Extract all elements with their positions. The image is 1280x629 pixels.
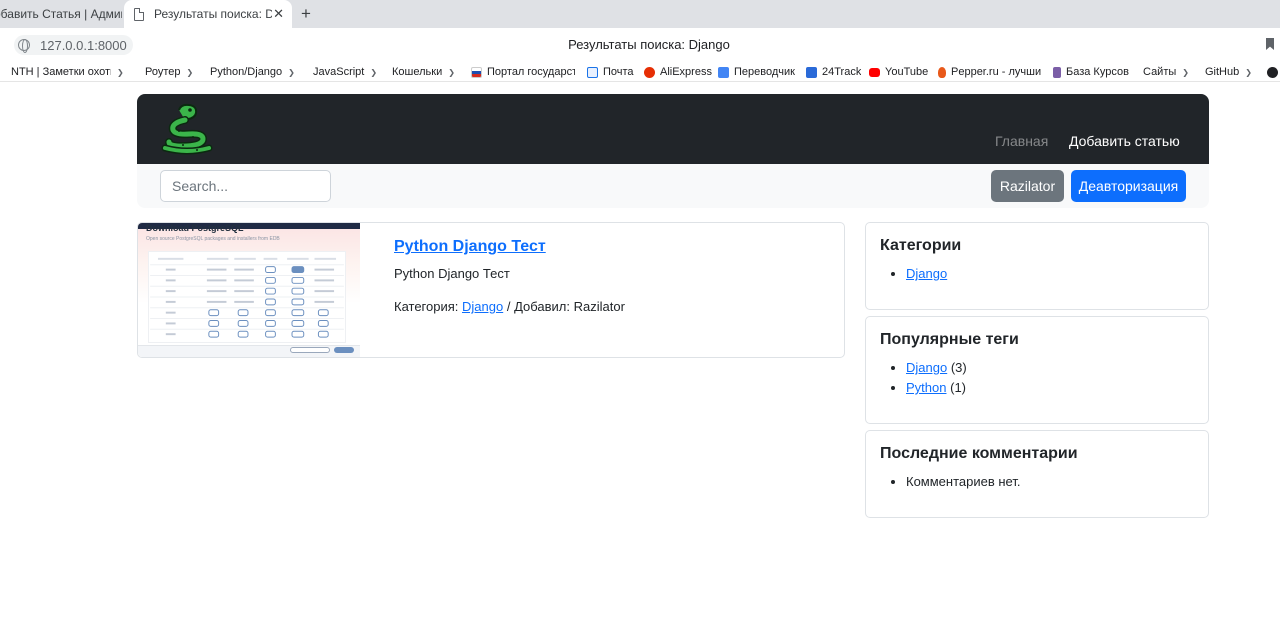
user-profile-button[interactable]: Razilator [991,170,1064,202]
bookmark-aliexpress[interactable]: AliExpress [644,65,712,79]
popular-tags-widget: Популярные теги Django (3) Python (1) [865,316,1209,424]
tag-link-python[interactable]: Python [906,380,946,395]
logout-button[interactable]: Деавторизация [1071,170,1186,202]
chevron-down-icon: ❯ [1245,67,1252,77]
flame-icon [938,66,946,78]
bookmark-24track[interactable]: 24Track [806,65,861,79]
bookmark-pepper[interactable]: Pepper.ru - лучши... [938,65,1042,79]
tag-count: (3) [950,360,967,375]
search-bar: Razilator Деавторизация [137,164,1209,208]
bookmark-folder-python-django[interactable]: Python/Django ❯ [210,65,295,79]
bookmark-folder-router[interactable]: Роутер ❯ [145,65,193,79]
categories-widget: Категории Django [865,222,1209,310]
list-item: Комментариев нет. [906,472,1194,492]
bookmark-folder-sites[interactable]: Сайты ❯ [1143,65,1189,79]
mail-icon [587,66,598,78]
added-by-label: / Добавил: [506,299,570,314]
24track-icon [806,66,817,78]
list-item: Django [906,264,1194,284]
chevron-down-icon: ❯ [186,67,194,77]
category-link-django[interactable]: Django [906,266,947,281]
search-input[interactable] [160,170,331,202]
list-item: Django (3) [906,358,1194,378]
bookmark-gosuslugi[interactable]: Портал государст... [471,65,575,79]
thumbnail-heading: Download PostgreSQL [146,223,244,233]
nav-add-article-link[interactable]: Добавить статью [1069,133,1180,149]
bookmark-folder-nth[interactable]: NTH | Заметки охотн...❯ [11,65,129,79]
bookmark-folder-github[interactable]: GitHub ❯ [1205,65,1252,79]
post-card: Download PostgreSQL Open source PostgreS… [137,222,845,358]
bookmark-extra[interactable] [1267,65,1280,79]
thumbnail-table-graphic [148,251,346,343]
globe-icon [1267,66,1278,78]
chevron-down-icon: ❯ [288,67,295,77]
post-thumbnail[interactable]: Download PostgreSQL Open source PostgreS… [138,223,360,357]
bookmark-folder-wallets[interactable]: Кошельки ❯ [392,65,455,79]
thumbnail-subheading: Open source PostgreSQL packages and inst… [146,236,280,242]
bookmark-courses[interactable]: База Курсов [1053,65,1129,79]
post-excerpt: Python Django Тест [394,266,510,281]
chevron-down-icon: ❯ [117,67,124,77]
bookmark-translator[interactable]: Переводчик [718,65,795,79]
bookmarks-bar: NTH | Заметки охотн...❯ Роутер❯ Python/D… [0,62,1280,82]
tag-count: (1) [950,380,966,395]
post-category-link[interactable]: Django [462,299,503,314]
chevron-down-icon: ❯ [448,67,455,77]
close-icon[interactable]: ✕ [273,7,284,21]
bookmark-folder-javascript[interactable]: JavaScript ❯ [313,65,377,79]
post-author: Razilator [573,299,625,314]
bookmark-youtube[interactable]: YouTube [869,65,928,79]
widget-title: Популярные теги [880,331,1019,348]
courses-icon [1053,66,1061,78]
list-item: Python (1) [906,378,1194,398]
bookmark-mail[interactable]: Почта [587,65,634,79]
tab-add-article-admin[interactable]: обавить Статья | Админ... [0,0,122,28]
post-meta: Категория: Django / Добавил: Razilator [394,299,625,314]
category-label: Категория: [394,299,459,314]
translate-icon [718,66,729,78]
nav-home-link[interactable]: Главная [995,133,1048,149]
window-title: Результаты поиска: Django [568,37,730,52]
widget-title: Категории [880,237,962,254]
site-navbar: Главная Добавить статью [137,94,1209,164]
recent-comments-widget: Последние комментарии Комментариев нет. [865,430,1209,518]
post-title-link[interactable]: Python Django Тест [394,238,546,256]
russia-flag-icon [471,66,482,78]
document-icon [134,7,144,21]
new-tab-button[interactable]: + [296,4,316,24]
chevron-down-icon: ❯ [1182,67,1189,77]
tab-title: Результаты поиска: Django [154,7,272,21]
tab-title: обавить Статья | Админ... [0,7,122,21]
aliexpress-icon [644,66,655,78]
tab-search-results[interactable]: Результаты поиска: Django ✕ [124,0,292,28]
youtube-icon [869,67,880,77]
widget-title: Последние комментарии [880,445,1078,462]
chevron-down-icon: ❯ [370,67,378,77]
tab-strip: обавить Статья | Админ... Результаты пои… [0,0,1280,28]
address-bar: 127.0.0.1:8000 Результаты поиска: Django [0,28,1280,62]
python-snake-logo-icon[interactable] [159,102,215,156]
tag-link-django[interactable]: Django [906,360,947,375]
